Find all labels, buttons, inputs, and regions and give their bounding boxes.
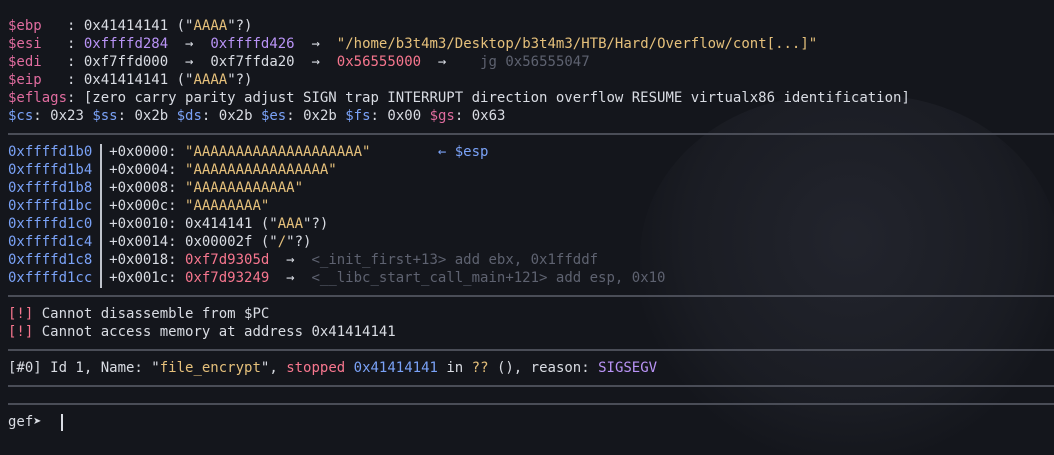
- stack-row: 0xffffd1cc +0x001c: 0xf7d93249 → <__libc…: [8, 270, 666, 286]
- stack-row: 0xffffd1b4 +0x0004: "AAAAAAAAAAAAAAAA": [8, 162, 337, 178]
- register-eip: $eip : 0x41414141 ("AAAA"?): [8, 72, 253, 88]
- separator-registers-stack: [8, 133, 1054, 135]
- gef-prompt[interactable]: gef➤: [8, 413, 50, 431]
- stack-row: 0xffffd1b8 +0x0008: "AAAAAAAAAAAA": [8, 180, 304, 196]
- register-ebp: $ebp : 0x41414141 ("AAAA"?): [8, 18, 253, 34]
- stack-row: 0xffffd1c0 +0x0010: 0x414141 ("AAA"?): [8, 216, 329, 232]
- separator-stack-code: [8, 295, 1054, 297]
- register-esi: $esi : 0xffffd284 → 0xffffd426 → "/home/…: [8, 36, 818, 52]
- stack-row: 0xffffd1b0 +0x0000: "AAAAAAAAAAAAAAAAAAA…: [8, 144, 489, 160]
- error-line: [!] Cannot disassemble from $PC: [8, 306, 270, 322]
- segment-registers: $cs: 0x23 $ss: 0x2b $ds: 0x2b $es: 0x2b …: [8, 108, 506, 124]
- text-cursor: [61, 414, 63, 431]
- stack-row: 0xffffd1c8 +0x0018: 0xf7d9305d → <_init_…: [8, 252, 599, 268]
- stack-row: 0xffffd1c4 +0x0014: 0x00002f ("/"?): [8, 234, 312, 250]
- thread-status-line: [#0] Id 1, Name: "file_encrypt", stopped…: [8, 360, 658, 376]
- error-line: [!] Cannot access memory at address 0x41…: [8, 324, 396, 340]
- terminal[interactable]: $ebp : 0x41414141 ("AAAA"?) $esi : 0xfff…: [0, 0, 1054, 455]
- register-edi: $edi : 0xf7ffd000 → 0xf7ffda20 → 0x56555…: [8, 54, 590, 70]
- stack-row: 0xffffd1bc +0x000c: "AAAAAAAA": [8, 198, 270, 214]
- register-eflags: $eflags: [zero carry parity adjust SIGN …: [8, 90, 910, 106]
- separator-code-threads: [8, 349, 1054, 351]
- separator-trace-end: [8, 403, 1054, 405]
- separator-threads-trace: [8, 385, 1054, 387]
